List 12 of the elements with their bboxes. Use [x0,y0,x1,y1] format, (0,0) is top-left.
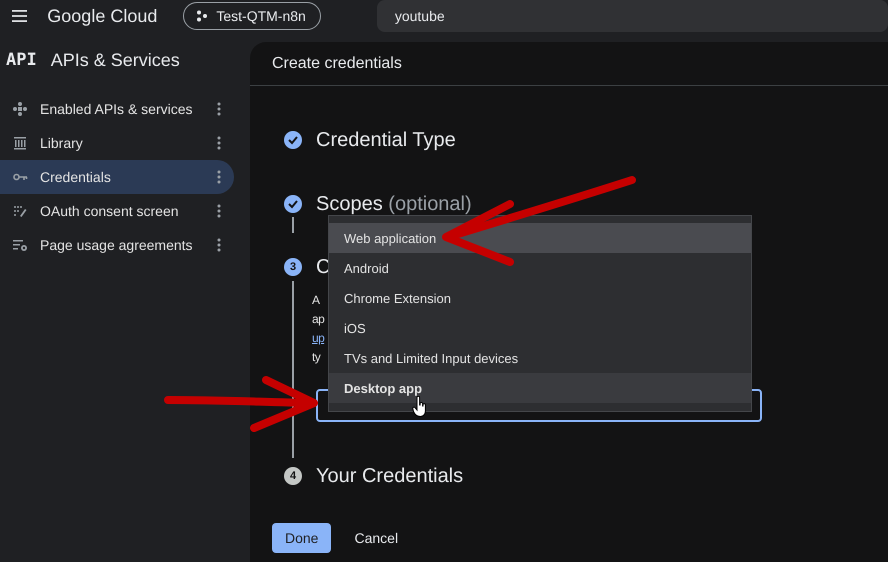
app-name: Google Cloud [47,6,158,26]
step-number: 4 [284,467,302,485]
api-logo: API [6,50,37,70]
step-title: Scopes (optional) [316,192,472,216]
description-text: A [312,292,320,309]
panel-title: Create credentials [250,42,888,86]
step-number: 3 [284,258,302,276]
description-text: ty [312,349,320,366]
step-title: Your Credentials [316,464,464,488]
step-title: Credential Type [316,128,456,152]
section-title: APIs & Services [50,50,180,70]
description-text: ap [312,311,324,328]
